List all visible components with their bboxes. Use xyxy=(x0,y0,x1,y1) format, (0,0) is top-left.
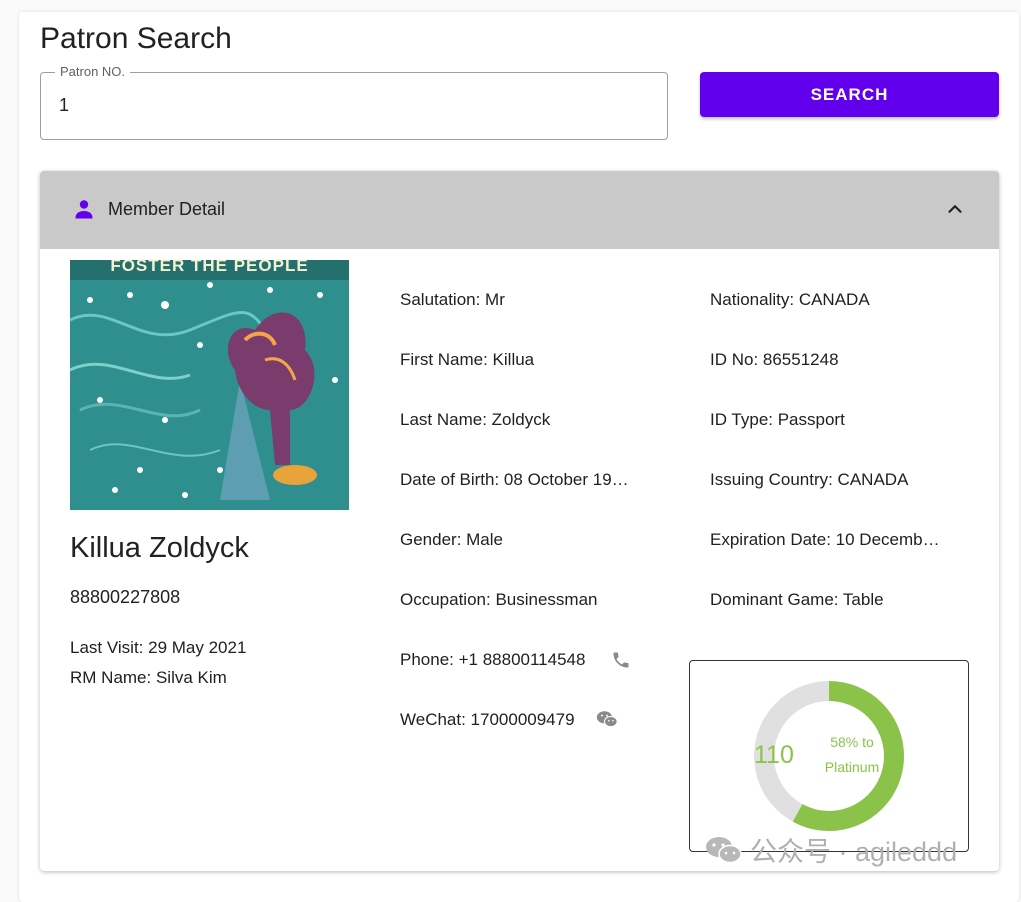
last-visit: Last Visit: 29 May 2021 xyxy=(70,638,247,657)
detail-last-name: Last Name: Zoldyck xyxy=(400,410,551,429)
member-name: Killua Zoldyck xyxy=(70,532,249,564)
person-icon xyxy=(75,200,93,219)
detail-date-of-birth: Date of Birth: 08 October 19… xyxy=(400,470,629,489)
tier-progress-text: 58% to Platinum xyxy=(824,734,880,775)
detail-nationality: Nationality: CANADA xyxy=(710,290,870,309)
patron-number-label: Patron NO. xyxy=(55,64,131,79)
wechat-watermark-icon xyxy=(706,836,742,863)
detail-expiration-date: Expiration Date: 10 Decemb… xyxy=(710,530,940,549)
detail-first-name: First Name: Killua xyxy=(400,350,535,369)
avatar-banner-text: FOSTER THE PEOPLE SUPERMODEL xyxy=(110,258,309,274)
patron-number-input[interactable] xyxy=(59,95,619,116)
page-title: Patron Search xyxy=(40,22,232,55)
wechat-icon[interactable] xyxy=(596,709,618,729)
rm-name: RM Name: Silva Kim xyxy=(70,668,227,687)
chevron-up-icon[interactable] xyxy=(944,198,966,220)
detail-wechat: WeChat: 17000009479 xyxy=(400,710,575,729)
patron-number-field[interactable]: Patron NO. xyxy=(40,64,668,140)
detail-dominant-game: Dominant Game: Table xyxy=(710,590,884,609)
detail-id-no: ID No: 86551248 xyxy=(710,350,839,369)
watermark-text: 公众号 · agileddd xyxy=(750,837,958,867)
member-avatar xyxy=(70,260,349,510)
tier-points: 110 xyxy=(754,741,794,769)
detail-occupation: Occupation: Businessman xyxy=(400,590,598,609)
phone-icon[interactable] xyxy=(611,650,631,670)
detail-id-type: ID Type: Passport xyxy=(710,410,845,429)
detail-phone: Phone: +1 88800114548 xyxy=(400,650,586,669)
member-number: 88800227808 xyxy=(70,587,181,607)
detail-gender: Gender: Male xyxy=(400,530,503,549)
detail-salutation: Salutation: Mr xyxy=(400,290,505,309)
watermark: 公众号 · agileddd xyxy=(704,830,957,869)
search-button[interactable]: SEARCH xyxy=(700,72,999,117)
detail-issuing-country: Issuing Country: CANADA xyxy=(710,470,909,489)
member-detail-title: Member Detail xyxy=(108,199,226,219)
